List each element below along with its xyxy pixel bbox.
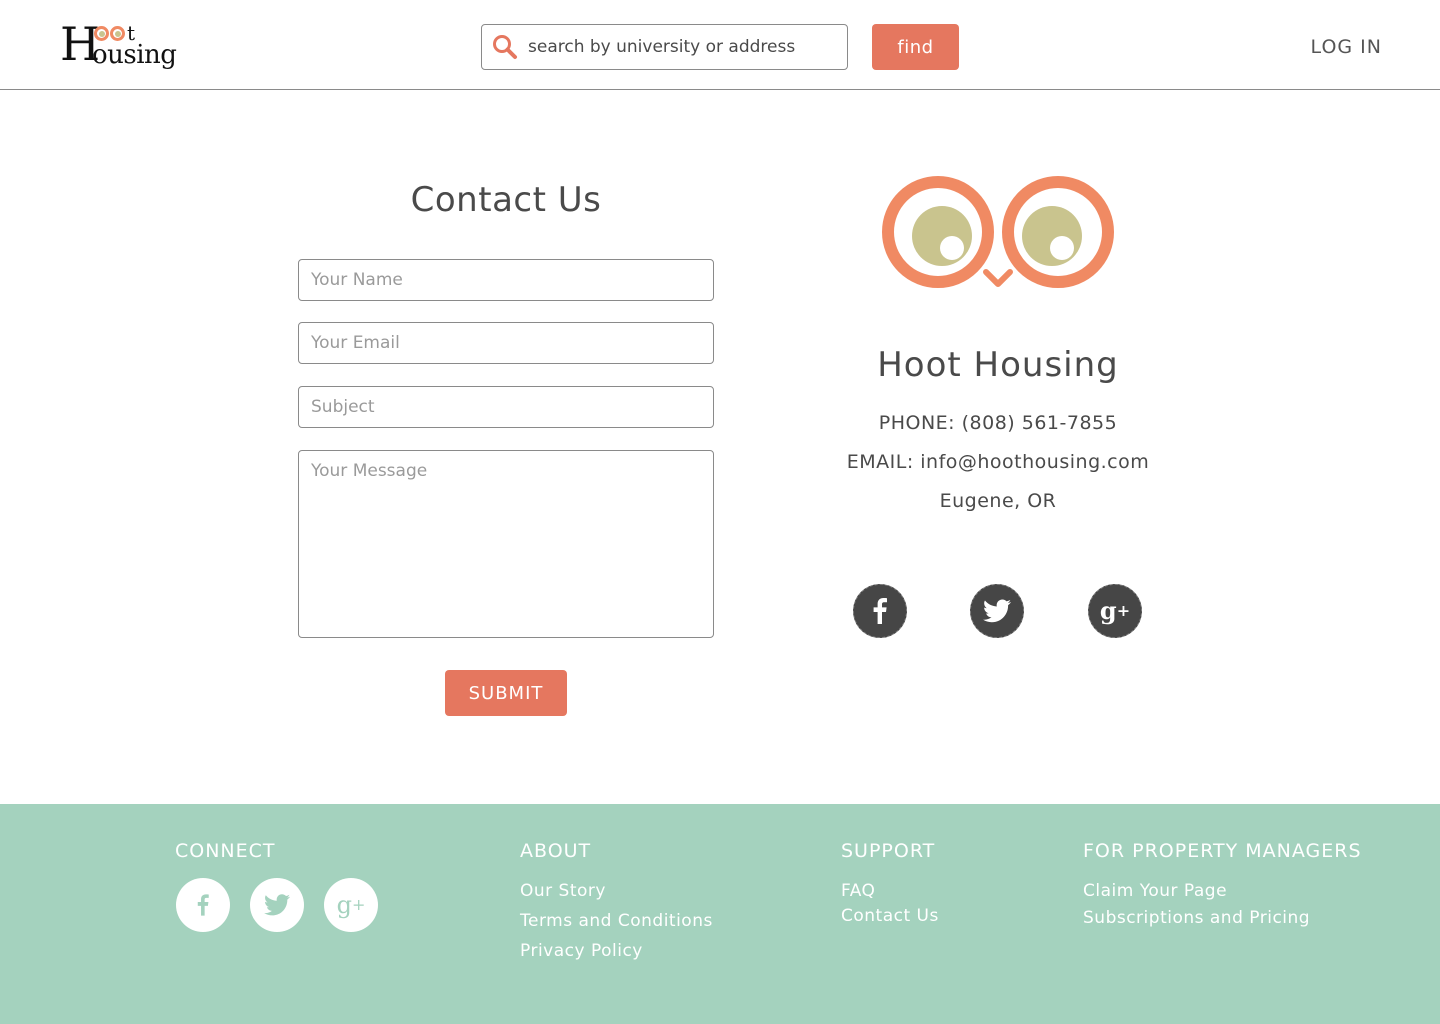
company-name: Hoot Housing bbox=[877, 345, 1119, 385]
footer-facebook-button[interactable] bbox=[176, 878, 230, 932]
site-footer: CONNECT g+ ABOUT Our Story Terms and Con… bbox=[0, 804, 1440, 1024]
footer-twitter-button[interactable] bbox=[250, 878, 304, 932]
twitter-icon bbox=[983, 599, 1011, 623]
owl-eyes-logo bbox=[882, 176, 1114, 288]
facebook-button[interactable] bbox=[853, 584, 907, 638]
footer-about-heading: ABOUT bbox=[520, 840, 592, 862]
footer-link-claim-page[interactable]: Claim Your Page bbox=[1083, 881, 1227, 901]
search-icon bbox=[482, 24, 528, 70]
footer-google-plus-button[interactable]: g+ bbox=[324, 878, 378, 932]
footer-support-heading: SUPPORT bbox=[841, 840, 936, 862]
submit-button[interactable]: SUBMIT bbox=[445, 670, 567, 716]
google-plus-icon: g+ bbox=[1099, 596, 1131, 625]
name-field[interactable] bbox=[298, 259, 714, 301]
footer-link-terms[interactable]: Terms and Conditions bbox=[520, 911, 713, 931]
footer-link-faq[interactable]: FAQ bbox=[841, 881, 875, 901]
google-plus-button[interactable]: g+ bbox=[1088, 584, 1142, 638]
site-header: H t ousing find LOG IN bbox=[0, 0, 1440, 90]
footer-property-managers-heading: FOR PROPERTY MANAGERS bbox=[1083, 840, 1362, 862]
company-phone: PHONE: (808) 561-7855 bbox=[878, 412, 1118, 434]
login-link[interactable]: LOG IN bbox=[1311, 36, 1382, 58]
find-button[interactable]: find bbox=[872, 24, 959, 70]
facebook-icon bbox=[197, 894, 209, 916]
footer-link-contact-us[interactable]: Contact Us bbox=[841, 906, 939, 926]
twitter-button[interactable] bbox=[970, 584, 1024, 638]
company-email: EMAIL: info@hoothousing.com bbox=[846, 451, 1150, 473]
message-field[interactable] bbox=[298, 450, 714, 638]
subject-field[interactable] bbox=[298, 386, 714, 428]
search-input[interactable] bbox=[528, 37, 828, 57]
search-bar bbox=[481, 24, 848, 70]
google-plus-icon: g+ bbox=[336, 891, 366, 919]
footer-link-our-story[interactable]: Our Story bbox=[520, 881, 606, 901]
email-field[interactable] bbox=[298, 322, 714, 364]
twitter-icon bbox=[264, 894, 290, 916]
footer-link-privacy[interactable]: Privacy Policy bbox=[520, 941, 643, 961]
facebook-icon bbox=[873, 598, 887, 624]
hoot-housing-logo[interactable]: H t ousing bbox=[60, 18, 200, 74]
footer-link-subscriptions[interactable]: Subscriptions and Pricing bbox=[1083, 908, 1310, 928]
company-location: Eugene, OR bbox=[939, 490, 1057, 512]
footer-connect-heading: CONNECT bbox=[175, 840, 276, 862]
contact-title: Contact Us bbox=[410, 180, 602, 220]
